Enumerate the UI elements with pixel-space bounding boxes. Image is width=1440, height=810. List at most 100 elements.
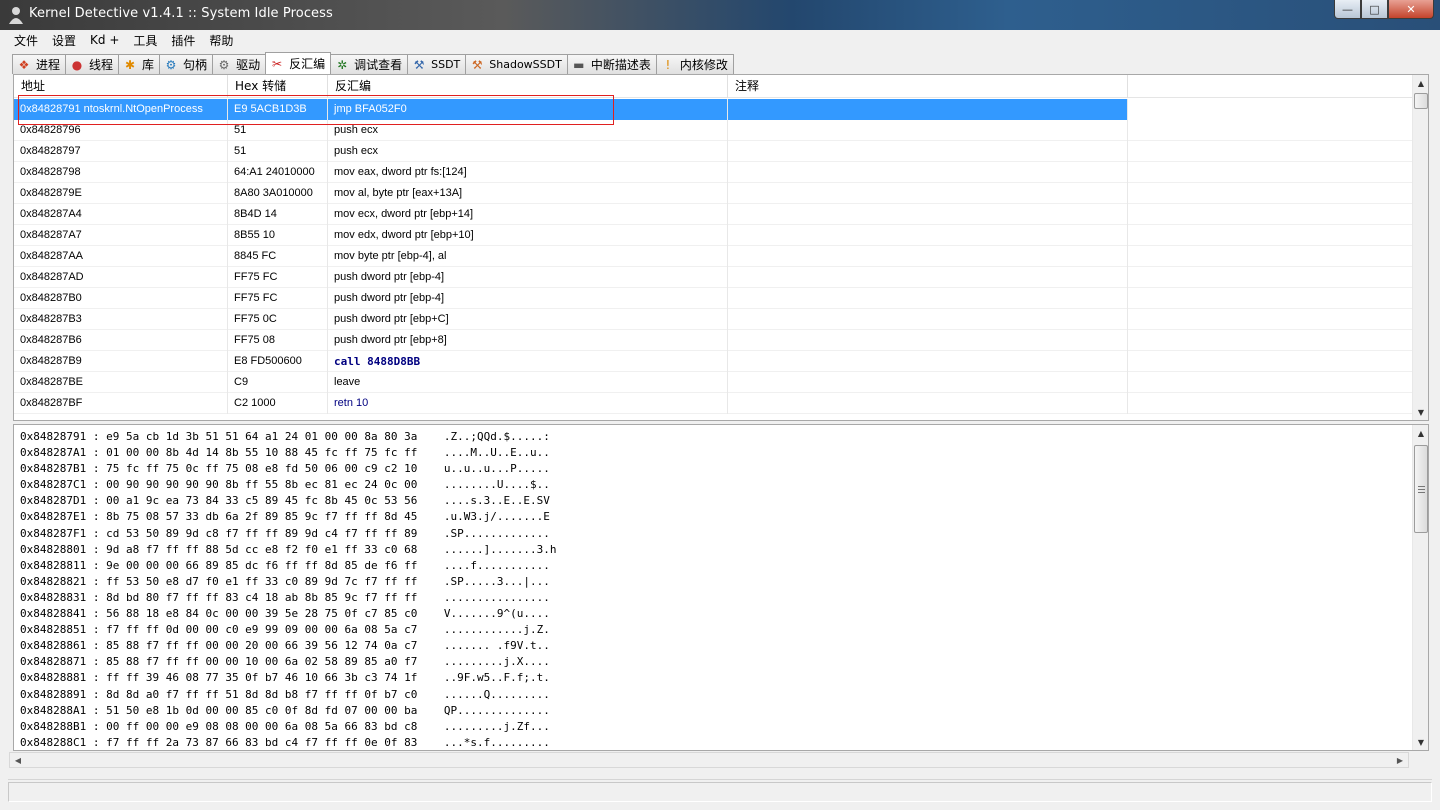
scroll-thumb[interactable] [1414, 445, 1428, 533]
hex-bytes: cd 53 50 89 9d c8 f7 ff ff 89 9d c4 f7 f… [106, 526, 418, 540]
cell-comment [728, 225, 1128, 246]
scroll-down-icon[interactable]: ▼ [1413, 404, 1428, 420]
scroll-down-icon[interactable]: ▼ [1413, 734, 1428, 750]
column-header-comment[interactable]: 注释 [728, 75, 1128, 98]
cell-hex: E9 5ACB1D3B [228, 99, 328, 120]
tab-6[interactable]: ✲ 调试查看 [330, 54, 409, 74]
hex-separator: : [86, 687, 107, 701]
thread-icon: ● [71, 57, 83, 72]
menu-help[interactable]: 帮助 [202, 32, 240, 49]
cell-disasm: jmp BFA052F0 [328, 99, 728, 120]
table-row[interactable]: 0x848287BF C2 1000 retn 10 [14, 393, 1414, 414]
cell-comment [728, 372, 1128, 393]
cell-blank [1128, 288, 1414, 309]
minimize-button[interactable]: — [1334, 0, 1361, 19]
hex-ascii: ............j.Z. [443, 623, 550, 637]
hex-gap [417, 510, 444, 523]
table-row[interactable]: 0x8482879E 8A80 3A010000 mov al, byte ptr … [14, 183, 1414, 204]
hex-address: 0x84828881 [20, 671, 87, 685]
disassembly-vscrollbar[interactable]: ▲ ▼ [1412, 75, 1428, 420]
cell-comment [728, 288, 1128, 309]
tab-3[interactable]: ⚙ 句柄 [159, 54, 214, 74]
table-row[interactable]: 0x848287AD FF75 FC push dword ptr [ebp-4] [14, 267, 1414, 288]
cell-address: 0x848287BE [14, 372, 228, 393]
hex-separator: : [86, 558, 107, 572]
cell-blank [1128, 330, 1414, 351]
scroll-right-icon[interactable]: ▶ [1392, 753, 1408, 767]
cell-hex: C2 1000 [228, 393, 328, 414]
hex-line: 0x848287C1 : 00 90 90 90 90 90 8b ff 55 … [20, 477, 556, 493]
status-pane [8, 782, 1432, 802]
tab-7[interactable]: ⚒ SSDT [407, 54, 467, 74]
cell-disasm: push dword ptr [ebp+C] [328, 309, 728, 330]
table-row[interactable]: 0x848287AA 8845 FC mov byte ptr [ebp-4], a… [14, 246, 1414, 267]
hex-address: 0x848287F1 [20, 526, 87, 540]
cell-blank [1128, 372, 1414, 393]
hex-line: 0x848288A1 : 51 50 e8 1b 0d 00 00 85 c0 … [20, 703, 556, 719]
tab-1[interactable]: ● 线程 [65, 54, 120, 74]
hex-line: 0x84828811 : 9e 00 00 00 66 89 85 dc f6 … [20, 558, 556, 574]
windows-flag-icon: ❖ [18, 57, 30, 72]
table-row[interactable]: 0x84828791 ntoskrnl.NtOpenProcess E9 5ACB… [14, 99, 1414, 120]
menu-settings[interactable]: 设置 [45, 32, 83, 49]
close-button[interactable]: ✕ [1388, 0, 1434, 19]
table-row[interactable]: 0x848287A7 8B55 10 mov edx, dword ptr [ebp… [14, 225, 1414, 246]
table-row[interactable]: 0x848287BE C9 leave [14, 372, 1414, 393]
tab-10[interactable]: ! 内核修改 [655, 54, 734, 74]
hexdump-hscrollbar[interactable]: ◀ ▶ [9, 752, 1409, 768]
hex-ascii: ........U....$.. [443, 478, 550, 492]
tab-8[interactable]: ⚒ ShadowSSDT [465, 54, 568, 74]
hex-line: 0x84828791 : e9 5a cb 1d 3b 51 51 64 a1 … [20, 429, 556, 445]
menu-tools[interactable]: 工具 [126, 32, 164, 49]
column-header-address[interactable]: 地址 [14, 75, 228, 98]
hex-address: 0x848288C1 [20, 735, 87, 749]
tab-0[interactable]: ❖ 进程 [12, 54, 67, 74]
cell-disasm: push ecx [328, 141, 728, 162]
scroll-up-icon[interactable]: ▲ [1413, 425, 1428, 441]
tab-9[interactable]: ▬ 中断描述表 [566, 54, 657, 74]
maximize-button[interactable]: □ [1361, 0, 1388, 19]
menu-file[interactable]: 文件 [8, 32, 45, 49]
cell-blank [1128, 225, 1414, 246]
tab-list: ❖ 进程 ● 线程 ✱ 库 ⚙ 句柄 ⚙ 驱动 ✂ 反汇编 ✲ 调试查看 ⚒ SSDT ⚒ ShadowSSDT ▬… [12, 52, 734, 74]
tab-label: 句柄 [183, 58, 208, 72]
table-row[interactable]: 0x848287B0 FF75 FC push dword ptr [ebp-4] [14, 288, 1414, 309]
hex-address: 0x84828821 [20, 574, 87, 588]
cell-hex: 51 [228, 141, 328, 162]
table-row[interactable]: 0x848287B9 E8 FD500600 call 8488D8BB [14, 351, 1414, 372]
cell-disasm: push dword ptr [ebp+8] [328, 330, 728, 351]
cell-comment [728, 204, 1128, 225]
hex-address: 0x848287B1 [20, 462, 87, 476]
scroll-thumb[interactable] [1414, 93, 1428, 109]
hex-line: 0x84828881 : ff ff 39 46 08 77 35 0f b7 … [20, 670, 556, 686]
hex-line: 0x84828831 : 8d bd 80 f7 ff ff 83 c4 18 … [20, 590, 556, 606]
hex-bytes: 00 a1 9c ea 73 84 33 c5 89 45 fc 8b 45 0… [106, 494, 418, 508]
hexdump-vscrollbar[interactable]: ▲ ▼ [1412, 425, 1428, 750]
cell-comment [728, 309, 1128, 330]
hex-line: 0x84828821 : ff 53 50 e8 d7 f0 e1 ff 33 … [20, 574, 556, 590]
column-header-disasm[interactable]: 反汇编 [328, 75, 728, 98]
hexdump-panel: 0x84828791 : e9 5a cb 1d 3b 51 51 64 a1 … [13, 424, 1429, 751]
column-header-hex[interactable]: Hex 转储 [228, 75, 328, 98]
hex-bytes: 8d bd 80 f7 ff ff 83 c4 18 ab 8b 85 9c f… [106, 590, 418, 604]
table-row[interactable]: 0x84828797 51 push ecx [14, 141, 1414, 162]
menu-plugins[interactable]: 插件 [164, 32, 202, 49]
table-row[interactable]: 0x84828798 64:A1 24010000 mov eax, dword p… [14, 162, 1414, 183]
tab-5[interactable]: ✂ 反汇编 [265, 52, 332, 74]
menu-kd[interactable]: Kd + [83, 33, 126, 47]
title-bar[interactable]: Kernel Detective v1.4.1 :: System Idle P… [0, 0, 1440, 30]
hex-address: 0x848287A1 [20, 446, 87, 460]
tab-2[interactable]: ✱ 库 [118, 54, 161, 74]
table-row[interactable]: 0x848287A4 8B4D 14 mov ecx, dword ptr [ebp… [14, 204, 1414, 225]
scroll-up-icon[interactable]: ▲ [1413, 75, 1428, 91]
tab-4[interactable]: ⚙ 驱动 [212, 54, 267, 74]
hex-address: 0x84828841 [20, 607, 87, 621]
scroll-left-icon[interactable]: ◀ [10, 753, 26, 767]
table-row[interactable]: 0x848287B3 FF75 0C push dword ptr [ebp+C] [14, 309, 1414, 330]
hex-ascii: ....f........... [443, 558, 550, 572]
hex-bytes: ff ff 39 46 08 77 35 0f b7 46 10 66 3b c… [106, 671, 418, 685]
table-row[interactable]: 0x84828796 51 push ecx [14, 120, 1414, 141]
cell-blank [1128, 246, 1414, 267]
disassemble-icon: ✂ [272, 56, 283, 71]
table-row[interactable]: 0x848287B6 FF75 08 push dword ptr [ebp+8] [14, 330, 1414, 351]
